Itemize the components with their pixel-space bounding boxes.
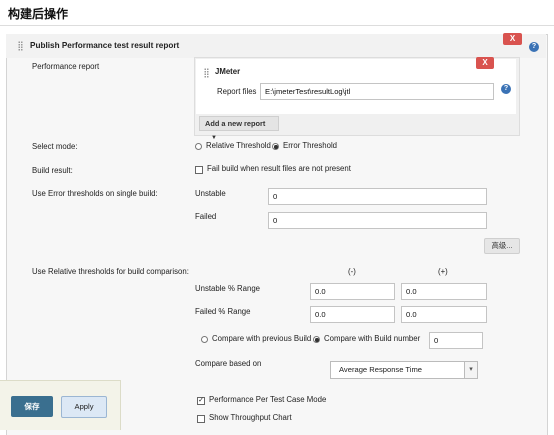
unstable-range-label: Unstable % Range bbox=[195, 284, 261, 293]
relative-thresholds-label: Use Relative thresholds for build compar… bbox=[32, 267, 189, 276]
reporter-drag-handle-icon[interactable] bbox=[204, 68, 209, 78]
per-test-case-label: Performance Per Test Case Mode bbox=[209, 395, 327, 404]
build-number-input[interactable]: 0 bbox=[429, 332, 483, 349]
drag-handle-icon[interactable] bbox=[18, 41, 23, 51]
page-title: 构建后操作 bbox=[8, 7, 69, 21]
help-icon[interactable]: ? bbox=[529, 42, 539, 52]
relative-threshold-label: Relative Threshold bbox=[206, 141, 271, 150]
compare-based-value: Average Response Time bbox=[339, 365, 423, 374]
plus-column-header: (+) bbox=[438, 267, 448, 276]
compare-number-label: Compare with Build number bbox=[324, 334, 421, 343]
compare-number-radio[interactable] bbox=[313, 336, 320, 343]
error-thresholds-label: Use Error thresholds on single build: bbox=[32, 189, 158, 198]
build-result-label: Build result: bbox=[32, 166, 73, 175]
report-files-help-icon[interactable]: ? bbox=[501, 84, 511, 94]
error-failed-input[interactable]: 0 bbox=[268, 212, 487, 229]
compare-previous-label: Compare with previous Build bbox=[212, 334, 312, 343]
failed-label: Failed bbox=[195, 212, 217, 221]
error-threshold-label: Error Threshold bbox=[283, 141, 338, 150]
failed-minus-input[interactable]: 0.0 bbox=[310, 306, 395, 323]
chevron-down-icon: ▾ bbox=[464, 362, 477, 378]
throughput-chart-label: Show Throughput Chart bbox=[209, 413, 292, 422]
report-files-label: Report files bbox=[217, 87, 257, 96]
apply-button[interactable]: Apply bbox=[61, 396, 107, 418]
failed-plus-input[interactable]: 0.0 bbox=[401, 306, 487, 323]
advanced-button[interactable]: 高级... bbox=[484, 238, 520, 254]
report-files-input[interactable]: E:\jmeterTest\resultLog\jtl bbox=[260, 83, 494, 100]
save-button[interactable]: 保存 bbox=[11, 396, 53, 417]
throughput-chart-checkbox[interactable] bbox=[197, 415, 205, 423]
add-report-button[interactable]: Add a new report ▼ bbox=[199, 116, 279, 141]
minus-column-header: (-) bbox=[348, 267, 356, 276]
failed-range-label: Failed % Range bbox=[195, 307, 251, 316]
add-report-label: Add a new report bbox=[205, 119, 266, 128]
section-title: Publish Performance test result report bbox=[30, 41, 180, 50]
performance-report-label: Performance report bbox=[32, 62, 100, 71]
unstable-label: Unstable bbox=[195, 189, 226, 198]
compare-based-label: Compare based on bbox=[195, 359, 262, 368]
delete-section-button[interactable]: X bbox=[503, 33, 522, 45]
relative-threshold-radio[interactable] bbox=[195, 143, 202, 150]
per-test-case-checkbox[interactable]: ✓ bbox=[197, 397, 205, 405]
reporter-name: JMeter bbox=[215, 67, 241, 76]
error-threshold-radio[interactable] bbox=[272, 143, 279, 150]
select-mode-label: Select mode: bbox=[32, 142, 78, 151]
unstable-minus-input[interactable]: 0.0 bbox=[310, 283, 395, 300]
compare-previous-radio[interactable] bbox=[201, 336, 208, 343]
fail-build-label: Fail build when result files are not pre… bbox=[207, 164, 351, 173]
error-unstable-input[interactable]: 0 bbox=[268, 188, 487, 205]
delete-reporter-button[interactable]: X bbox=[476, 57, 494, 69]
header-divider bbox=[0, 25, 554, 26]
unstable-plus-input[interactable]: 0.0 bbox=[401, 283, 487, 300]
fail-build-checkbox[interactable] bbox=[195, 166, 203, 174]
compare-based-select[interactable]: Average Response Time ▾ bbox=[330, 361, 478, 379]
